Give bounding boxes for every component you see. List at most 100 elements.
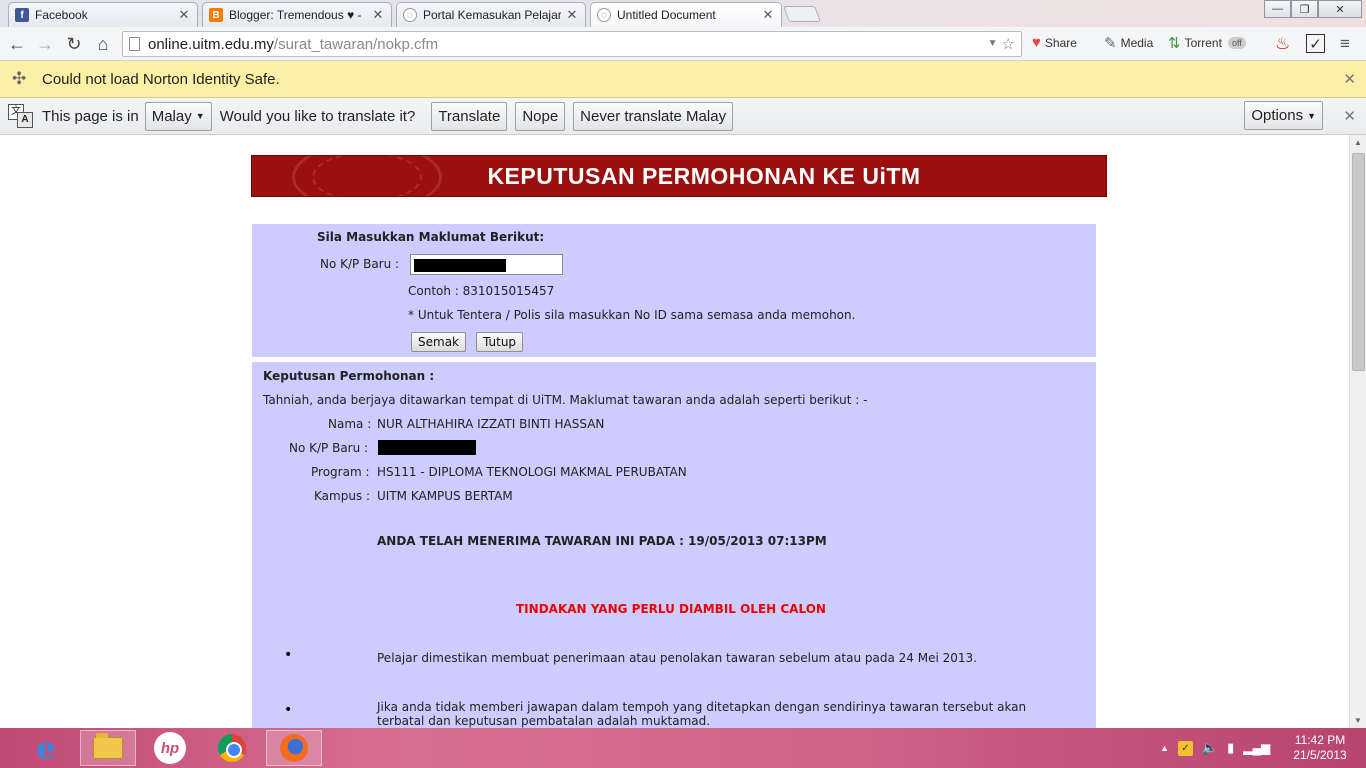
taskbar-clock[interactable]: 11:42 PM 21/5/2013 [1290,733,1350,763]
language-select-value: Malay [151,107,192,125]
language-select[interactable]: Malay ▼ [144,101,212,131]
tab-untitled-document[interactable]: ◌ Untitled Document ✕ [590,2,782,27]
page-scrollbar[interactable]: ▲ ▼ [1349,135,1366,728]
browser-toolbar: ← → ↻ ⌂ online.uitm.edu.my /surat_tawara… [0,27,1366,61]
battery-icon[interactable]: ▮ [1227,740,1234,756]
input-panel: Sila Masukkan Maklumat Berikut: No K/P B… [252,224,1096,357]
media-icon: ✎ [1104,35,1117,52]
never-translate-button[interactable]: Never translate Malay [573,101,734,131]
translate-prefix: This page is in [42,107,139,125]
scroll-up-icon[interactable]: ▲ [1354,138,1362,147]
taskbar-file-explorer[interactable] [80,730,136,766]
tab-blogger[interactable]: B Blogger: Tremendous ♥ - ✕ [202,2,392,27]
menu-icon[interactable]: ≡ [1340,34,1350,54]
share-extension-button[interactable]: ♥ Share [1032,34,1077,51]
dropdown-icon[interactable]: ▼ [988,38,998,53]
chevron-down-icon: ▼ [195,111,205,121]
result-panel: Keputusan Permohonan : Tahniah, anda ber… [252,362,1096,728]
tab-title: Facebook [35,8,88,22]
window-close-button[interactable]: ✕ [1318,0,1362,18]
norton-check-icon[interactable]: ✓ [1306,34,1325,53]
kp-label: No K/P Baru : [320,257,400,271]
taskbar-chrome[interactable] [204,730,260,766]
extension-label: Media [1120,36,1154,50]
bookmark-star-icon[interactable]: ☆ [1002,35,1015,53]
folder-icon [93,733,123,759]
close-tab-icon[interactable]: ✕ [371,7,385,23]
options-label: Options [1251,107,1304,124]
page-banner: KEPUTUSAN PERMOHONAN KE UiTM [251,155,1107,197]
close-tab-icon[interactable]: ✕ [761,7,775,23]
url-path: /surat_tawaran/nokp.cfm [273,35,439,53]
note-text: * Untuk Tentera / Polis sila masukkan No… [408,308,856,322]
tutup-button[interactable]: Tutup [476,332,524,352]
translate-infobar: 文A This page is in Malay ▼ Would you lik… [0,98,1366,135]
forward-arrow-icon[interactable]: → [34,33,56,55]
congrats-text: Tahniah, anda berjaya ditawarkan tempat … [263,393,868,407]
extension-label: Torrent [1184,36,1222,50]
scroll-down-icon[interactable]: ▼ [1354,716,1362,725]
bullet-icon: • [284,702,293,718]
campus-value: UITM KAMPUS BERTAM [377,489,513,503]
banner-title: KEPUTUSAN PERMOHONAN KE UiTM [487,162,921,189]
taskbar-hp[interactable]: hp [142,730,198,766]
emblem-ring [312,156,422,196]
uitm-favicon-icon: ◌ [597,8,611,22]
redacted-mask [414,259,506,272]
clock-date: 21/5/2013 [1293,748,1347,762]
tab-portal-kemasukan[interactable]: ◌ Portal Kemasukan Pelajar ✕ [396,2,586,27]
address-bar[interactable]: online.uitm.edu.my /surat_tawaran/nokp.c… [122,31,1022,57]
action-heading: TINDAKAN YANG PERLU DIAMBIL OLEH CALON [516,602,826,616]
lastpass-icon[interactable]: ♨ [1275,34,1290,54]
uitm-favicon-icon: ◌ [403,8,417,22]
nope-button[interactable]: Nope [515,101,566,131]
system-tray: ▲ ✓ 🔈 ▮ ▂▄▆ [1160,728,1270,768]
tab-title: Portal Kemasukan Pelajar [423,8,561,22]
reload-icon[interactable]: ↻ [63,33,85,55]
taskbar-internet-explorer[interactable]: e [18,730,74,766]
signal-icon[interactable]: ▂▄▆ [1243,741,1270,755]
close-tab-icon[interactable]: ✕ [177,7,191,23]
chevron-down-icon: ▼ [1307,110,1316,121]
facebook-favicon-icon: f [15,8,29,22]
minimize-button[interactable]: — [1264,0,1291,18]
example-text: Contoh : 831015015457 [408,284,555,298]
maximize-button[interactable]: ❐ [1291,0,1318,18]
torrent-icon: ⇅ [1168,35,1181,52]
form-heading: Sila Masukkan Maklumat Berikut: [317,230,545,244]
show-hidden-icons-icon[interactable]: ▲ [1160,743,1169,753]
instruction-item: Pelajar dimestikan membuat penerimaan at… [377,651,977,665]
taskbar-firefox[interactable] [266,730,322,766]
torrent-extension-button[interactable]: ⇅ Torrent off [1168,34,1246,52]
home-icon[interactable]: ⌂ [92,33,114,55]
url-host: online.uitm.edu.my [148,35,274,53]
norton-message: Could not load Norton Identity Safe. [42,70,280,88]
media-extension-button[interactable]: ✎ Media [1104,34,1153,52]
semak-button[interactable]: Semak [411,332,466,352]
instruction-item: Jika anda tidak memberi jawapan dalam te… [377,700,1027,728]
name-value: NUR ALTHAHIRA IZZATI BINTI HASSAN [377,417,605,431]
kp-input[interactable] [410,254,563,275]
blogger-favicon-icon: B [209,8,223,22]
speaker-icon[interactable]: 🔈 [1202,740,1218,756]
translate-question: Would you like to translate it? [219,107,416,125]
tab-strip: f Facebook ✕ B Blogger: Tremendous ♥ - ✕… [0,0,1366,27]
internet-explorer-icon: e [36,730,56,766]
translate-button[interactable]: Translate [431,101,508,131]
tab-title: Blogger: Tremendous ♥ - [229,8,362,22]
close-tab-icon[interactable]: ✕ [565,7,579,23]
kp-result-label: No K/P Baru : [289,441,369,455]
close-infobar-icon[interactable]: ✕ [1343,107,1356,125]
tab-facebook[interactable]: f Facebook ✕ [8,2,198,27]
norton-tray-icon[interactable]: ✓ [1177,740,1193,756]
result-heading: Keputusan Permohonan : [263,369,435,383]
clock-time: 11:42 PM [1294,733,1346,747]
tab-title: Untitled Document [617,8,716,22]
scrollbar-thumb[interactable] [1352,153,1365,371]
window-controls: — ❐ ✕ [1264,0,1362,18]
heart-icon: ♥ [1032,34,1041,51]
options-button[interactable]: Options ▼ [1244,101,1323,130]
close-infobar-icon[interactable]: ✕ [1343,70,1356,88]
new-tab-button[interactable] [783,6,821,22]
back-arrow-icon[interactable]: ← [6,33,28,55]
